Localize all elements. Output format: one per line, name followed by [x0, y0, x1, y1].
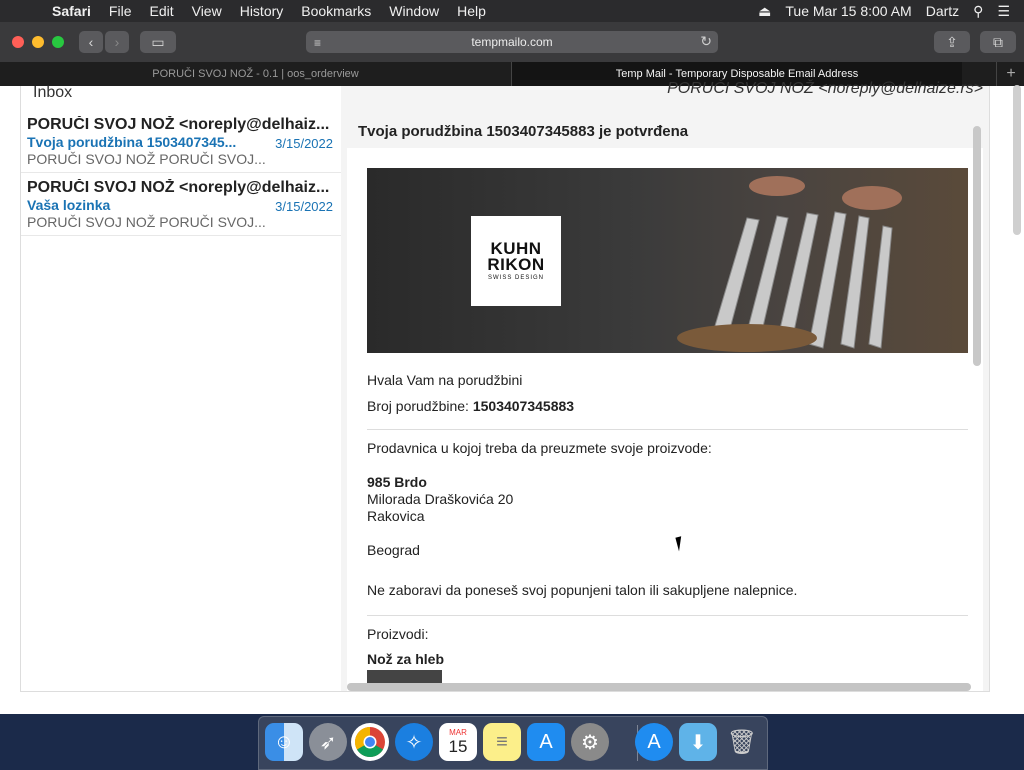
- tab-order-view[interactable]: PORUČI SVOJ NOŽ - 0.1 | oos_orderview: [0, 62, 512, 86]
- list-item[interactable]: PORUČI SVOJ NOŽ <noreply@delhaiz... Vaša…: [21, 175, 341, 236]
- app-store-folder-icon[interactable]: A: [635, 723, 673, 761]
- kuhn-rikon-logo: KUHN RIKON SWISS DESIGN: [471, 216, 561, 306]
- mail-from: PORUČI SVOJ NOŽ <noreply@delhaiz...: [27, 116, 330, 133]
- back-button[interactable]: ‹: [79, 31, 103, 53]
- forward-button[interactable]: ›: [105, 31, 129, 53]
- reminder-text: Ne zaboravi da poneseš svoj popunjeni ta…: [367, 582, 798, 598]
- eject-icon[interactable]: ⏏: [758, 3, 771, 20]
- logo-tagline: SWISS DESIGN: [487, 275, 544, 281]
- close-window-button[interactable]: [12, 36, 24, 48]
- knives-illustration: [677, 176, 902, 352]
- new-tab-button[interactable]: +: [996, 62, 1024, 86]
- product-name: Nož za hleb: [367, 651, 445, 667]
- inbox-panel: Inbox PORUČI SVOJ NOŽ <noreply@delhaiz..…: [20, 84, 342, 692]
- launchpad-icon[interactable]: ➶: [309, 723, 347, 761]
- reload-icon[interactable]: ↻: [700, 33, 712, 50]
- dock: ☺ ➶ ✧ MAR 15 ≡ A ⚙ A ⬇ 🗑: [258, 716, 768, 770]
- chevron-right-icon: ›: [114, 34, 120, 50]
- inbox-title: Inbox: [33, 84, 73, 101]
- order-number-value: 1503407345883: [472, 398, 575, 414]
- store-intro-text: Prodavnica u kojoj treba da preuzmete sv…: [367, 440, 712, 456]
- menu-app-safari[interactable]: Safari: [52, 3, 91, 19]
- divider: [367, 429, 968, 430]
- calendar-icon[interactable]: MAR 15: [439, 723, 477, 761]
- menu-window[interactable]: Window: [389, 3, 439, 19]
- safari-icon[interactable]: ✧: [395, 723, 433, 761]
- notification-center-icon[interactable]: ☰: [997, 3, 1010, 20]
- page-vertical-scrollbar[interactable]: [1013, 85, 1021, 235]
- chevron-left-icon: ‹: [88, 34, 94, 50]
- trash-icon[interactable]: 🗑: [723, 723, 761, 761]
- store-street: Milorada Draškovića 20: [367, 491, 514, 507]
- order-number-line: Broj porudžbine: 1503407345883: [367, 398, 574, 414]
- chrome-logo-icon: [354, 727, 385, 758]
- notes-icon[interactable]: ≡: [483, 723, 521, 761]
- system-preferences-icon[interactable]: ⚙: [571, 723, 609, 761]
- list-item[interactable]: PORUČI SVOJ NOŽ <noreply@delhaiz... Tvoj…: [21, 112, 341, 173]
- logo-line-2: RIKON: [487, 255, 545, 274]
- mail-preview: PORUČI SVOJ NOŽ PORUČI SVOJ...: [27, 151, 266, 167]
- chrome-icon[interactable]: [351, 723, 389, 761]
- finder-icon[interactable]: ☺: [265, 723, 303, 761]
- mail-subject: Tvoja porudžbina 1503407345...: [27, 134, 237, 150]
- tabs-icon: ⧉: [993, 33, 1003, 50]
- browser-toolbar: ‹ › ▭ ≡ tempmailo.com ↻ ⇪ ⧉: [0, 22, 1024, 62]
- plus-icon: +: [1006, 65, 1016, 82]
- mail-from: PORUČI SVOJ NOŽ <noreply@delhaiz...: [27, 179, 330, 196]
- spotlight-search-icon[interactable]: ⚲: [973, 3, 983, 20]
- menu-view[interactable]: View: [192, 3, 222, 19]
- share-button[interactable]: ⇪: [934, 31, 970, 53]
- app-store-icon[interactable]: A: [527, 723, 565, 761]
- email-vertical-scrollbar[interactable]: [973, 126, 981, 366]
- calendar-day: 15: [448, 736, 468, 756]
- address-url: tempmailo.com: [471, 35, 553, 49]
- store-name: 985 Brdo: [367, 474, 427, 490]
- tab-label: Temp Mail - Temporary Disposable Email A…: [615, 68, 859, 80]
- menubar-user[interactable]: Dartz: [926, 3, 959, 19]
- minimize-window-button[interactable]: [32, 36, 44, 48]
- sidebar-icon: ▭: [151, 33, 165, 50]
- menu-edit[interactable]: Edit: [149, 3, 173, 19]
- message-reader: PORUČI SVOJ NOŽ <noreply@delhaize.rs> Tv…: [341, 80, 990, 692]
- menu-history[interactable]: History: [240, 3, 284, 19]
- store-city: Beograd: [367, 542, 420, 558]
- mail-date: 3/15/2022: [275, 136, 333, 151]
- tab-label: PORUČI SVOJ NOŽ - 0.1 | oos_orderview: [152, 68, 359, 80]
- menu-bar: Safari File Edit View History Bookmarks …: [0, 0, 1024, 22]
- address-bar[interactable]: ≡ tempmailo.com ↻: [306, 31, 718, 53]
- downloads-folder-icon[interactable]: ⬇: [679, 723, 717, 761]
- calendar-month: MAR: [449, 727, 467, 737]
- menu-bookmarks[interactable]: Bookmarks: [301, 3, 371, 19]
- mail-subject: Vaša lozinka: [27, 197, 111, 213]
- divider: [367, 615, 968, 616]
- menu-file[interactable]: File: [109, 3, 132, 19]
- menubar-clock[interactable]: Tue Mar 15 8:00 AM: [785, 3, 911, 19]
- message-subject: Tvoja porudžbina 1503407345883 je potvrđ…: [358, 123, 689, 140]
- order-number-label: Broj porudžbine:: [367, 398, 469, 414]
- thanks-text: Hvala Vam na porudžbini: [367, 372, 523, 388]
- share-icon: ⇪: [946, 33, 958, 50]
- store-area: Rakovica: [367, 508, 425, 524]
- tab-overview-button[interactable]: ⧉: [980, 31, 1016, 53]
- reader-view-icon[interactable]: ≡: [314, 36, 321, 50]
- horizontal-scrollbar[interactable]: [347, 683, 971, 691]
- zoom-window-button[interactable]: [52, 36, 64, 48]
- email-body: KUHN RIKON SWISS DESIGN Hvala Vam na por…: [347, 148, 983, 691]
- mail-date: 3/15/2022: [275, 199, 333, 214]
- web-page: Inbox PORUČI SVOJ NOŽ <noreply@delhaiz..…: [0, 80, 1024, 714]
- message-sender: PORUČI SVOJ NOŽ <noreply@delhaize.rs>: [667, 80, 983, 97]
- sidebar-toggle-button[interactable]: ▭: [140, 31, 176, 53]
- mail-preview: PORUČI SVOJ NOŽ PORUČI SVOJ...: [27, 214, 266, 230]
- promo-banner-image: KUHN RIKON SWISS DESIGN: [367, 168, 968, 353]
- menu-help[interactable]: Help: [457, 3, 486, 19]
- products-label: Proizvodi:: [367, 626, 429, 642]
